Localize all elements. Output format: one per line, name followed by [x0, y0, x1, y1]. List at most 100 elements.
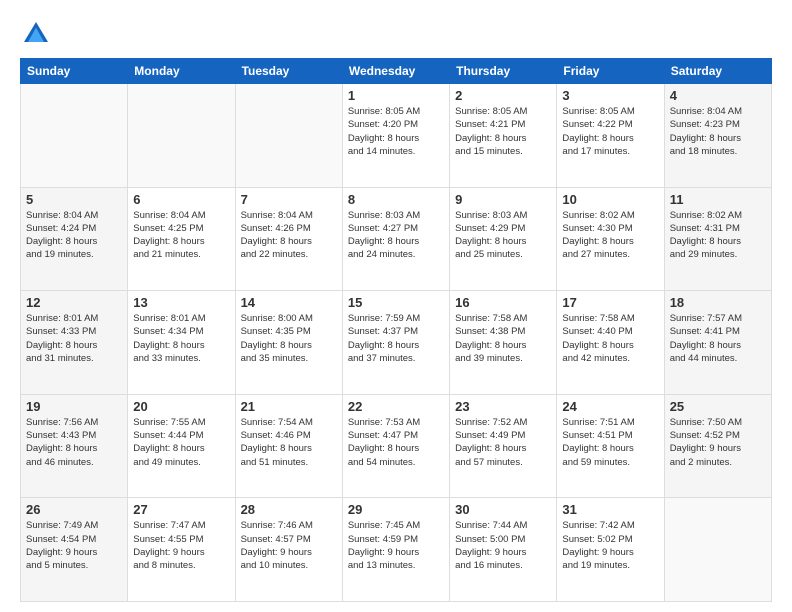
- day-number: 30: [455, 502, 551, 517]
- day-info: Sunrise: 8:03 AM Sunset: 4:29 PM Dayligh…: [455, 209, 551, 262]
- calendar-cell: 25Sunrise: 7:50 AM Sunset: 4:52 PM Dayli…: [664, 394, 771, 498]
- day-info: Sunrise: 8:01 AM Sunset: 4:34 PM Dayligh…: [133, 312, 229, 365]
- day-number: 9: [455, 192, 551, 207]
- calendar-cell: 23 Sunrise: 7:52 AM Sunset: 4:49 PM Dayli…: [450, 394, 557, 498]
- day-info: Sunrise: 7:47 AM Sunset: 4:55 PM Dayligh…: [133, 519, 229, 572]
- day-info: Sunrise: 8:05 AM Sunset: 4:21 PM Dayligh…: [455, 105, 551, 158]
- day-number: 20: [133, 399, 229, 414]
- day-info: Sunrise: 7:55 AM Sunset: 4:44 PM Dayligh…: [133, 416, 229, 469]
- calendar-cell: 6 Sunrise: 8:04 AM Sunset: 4:25 PM Daylig…: [128, 187, 235, 291]
- day-number: 4: [670, 88, 766, 103]
- calendar-cell: 9 Sunrise: 8:03 AM Sunset: 4:29 PM Daylig…: [450, 187, 557, 291]
- day-number: 8: [348, 192, 444, 207]
- day-info: Sunrise: 7:51 AM Sunset: 4:51 PM Dayligh…: [562, 416, 658, 469]
- calendar-header-row: SundayMondayTuesdayWednesdayThursdayFrid…: [21, 59, 772, 84]
- day-number: 23: [455, 399, 551, 414]
- day-info: Sunrise: 7:54 AM Sunset: 4:46 PM Dayligh…: [241, 416, 337, 469]
- day-info: Sunrise: 8:04 AM Sunset: 4:26 PM Dayligh…: [241, 209, 337, 262]
- calendar-cell: 20 Sunrise: 7:55 AM Sunset: 4:44 PM Dayli…: [128, 394, 235, 498]
- calendar-cell: 5 Sunrise: 8:04 AM Sunset: 4:24 PM Daylig…: [21, 187, 128, 291]
- day-number: 11: [670, 192, 766, 207]
- calendar-cell: 28 Sunrise: 7:46 AM Sunset: 4:57 PM Dayli…: [235, 498, 342, 602]
- day-info: Sunrise: 8:05 AM Sunset: 4:20 PM Dayligh…: [348, 105, 444, 158]
- calendar-cell: 3 Sunrise: 8:05 AM Sunset: 4:22 PM Daylig…: [557, 84, 664, 188]
- calendar-cell: [128, 84, 235, 188]
- calendar-cell: 17Sunrise: 7:58 AM Sunset: 4:40 PM Dayli…: [557, 291, 664, 395]
- calendar-cell: 16 Sunrise: 7:58 AM Sunset: 4:38 PM Dayli…: [450, 291, 557, 395]
- day-number: 7: [241, 192, 337, 207]
- day-number: 19: [26, 399, 122, 414]
- day-number: 31: [562, 502, 658, 517]
- calendar-cell: 14 Sunrise: 8:00 AM Sunset: 4:35 PM Dayli…: [235, 291, 342, 395]
- calendar-cell: 8 Sunrise: 8:03 AM Sunset: 4:27 PM Daylig…: [342, 187, 449, 291]
- day-info: Sunrise: 8:04 AM Sunset: 4:23 PM Dayligh…: [670, 105, 766, 158]
- day-number: 6: [133, 192, 229, 207]
- header: [20, 18, 772, 50]
- day-info: Sunrise: 8:02 AM Sunset: 4:30 PM Dayligh…: [562, 209, 658, 262]
- day-number: 3: [562, 88, 658, 103]
- day-number: 25: [670, 399, 766, 414]
- calendar-cell: 11 Sunrise: 8:02 AM Sunset: 4:31 PM Dayli…: [664, 187, 771, 291]
- calendar-cell: 22 Sunrise: 7:53 AM Sunset: 4:47 PM Dayli…: [342, 394, 449, 498]
- day-number: 12: [26, 295, 122, 310]
- calendar-cell: 30 Sunrise: 7:44 AM Sunset: 5:00 PM Dayli…: [450, 498, 557, 602]
- calendar-cell: 31 Sunrise: 7:42 AM Sunset: 5:02 PM Dayli…: [557, 498, 664, 602]
- day-info: Sunrise: 8:04 AM Sunset: 4:24 PM Dayligh…: [26, 209, 122, 262]
- day-number: 1: [348, 88, 444, 103]
- calendar-cell: 12 Sunrise: 8:01 AM Sunset: 4:33 PM Dayli…: [21, 291, 128, 395]
- day-number: 14: [241, 295, 337, 310]
- day-number: 10: [562, 192, 658, 207]
- day-number: 13: [133, 295, 229, 310]
- calendar-cell: 7 Sunrise: 8:04 AM Sunset: 4:26 PM Daylig…: [235, 187, 342, 291]
- day-info: Sunrise: 7:42 AM Sunset: 5:02 PM Dayligh…: [562, 519, 658, 572]
- calendar-week-2: 5 Sunrise: 8:04 AM Sunset: 4:24 PM Daylig…: [21, 187, 772, 291]
- day-info: Sunrise: 7:52 AM Sunset: 4:49 PM Dayligh…: [455, 416, 551, 469]
- page: SundayMondayTuesdayWednesdayThursdayFrid…: [0, 0, 792, 612]
- logo-icon: [20, 18, 52, 50]
- calendar-header-tuesday: Tuesday: [235, 59, 342, 84]
- day-info: Sunrise: 7:44 AM Sunset: 5:00 PM Dayligh…: [455, 519, 551, 572]
- day-number: 29: [348, 502, 444, 517]
- calendar-header-wednesday: Wednesday: [342, 59, 449, 84]
- day-number: 21: [241, 399, 337, 414]
- day-info: Sunrise: 7:57 AM Sunset: 4:41 PM Dayligh…: [670, 312, 766, 365]
- day-info: Sunrise: 7:59 AM Sunset: 4:37 PM Dayligh…: [348, 312, 444, 365]
- calendar-cell: 15Sunrise: 7:59 AM Sunset: 4:37 PM Dayli…: [342, 291, 449, 395]
- day-info: Sunrise: 8:00 AM Sunset: 4:35 PM Dayligh…: [241, 312, 337, 365]
- day-number: 28: [241, 502, 337, 517]
- calendar-header-saturday: Saturday: [664, 59, 771, 84]
- calendar-week-3: 12 Sunrise: 8:01 AM Sunset: 4:33 PM Dayli…: [21, 291, 772, 395]
- calendar-table: SundayMondayTuesdayWednesdayThursdayFrid…: [20, 58, 772, 602]
- day-info: Sunrise: 7:58 AM Sunset: 4:40 PM Dayligh…: [562, 312, 658, 365]
- calendar-week-5: 26 Sunrise: 7:49 AM Sunset: 4:54 PM Dayli…: [21, 498, 772, 602]
- logo: [20, 18, 56, 50]
- day-info: Sunrise: 8:05 AM Sunset: 4:22 PM Dayligh…: [562, 105, 658, 158]
- day-info: Sunrise: 8:03 AM Sunset: 4:27 PM Dayligh…: [348, 209, 444, 262]
- day-info: Sunrise: 8:01 AM Sunset: 4:33 PM Dayligh…: [26, 312, 122, 365]
- day-info: Sunrise: 7:45 AM Sunset: 4:59 PM Dayligh…: [348, 519, 444, 572]
- day-number: 5: [26, 192, 122, 207]
- day-info: Sunrise: 8:02 AM Sunset: 4:31 PM Dayligh…: [670, 209, 766, 262]
- day-info: Sunrise: 8:04 AM Sunset: 4:25 PM Dayligh…: [133, 209, 229, 262]
- calendar-header-thursday: Thursday: [450, 59, 557, 84]
- calendar-cell: 19Sunrise: 7:56 AM Sunset: 4:43 PM Dayli…: [21, 394, 128, 498]
- calendar-cell: 1 Sunrise: 8:05 AM Sunset: 4:20 PM Daylig…: [342, 84, 449, 188]
- calendar-week-4: 19Sunrise: 7:56 AM Sunset: 4:43 PM Dayli…: [21, 394, 772, 498]
- day-info: Sunrise: 7:53 AM Sunset: 4:47 PM Dayligh…: [348, 416, 444, 469]
- day-number: 22: [348, 399, 444, 414]
- day-number: 26: [26, 502, 122, 517]
- calendar-cell: [664, 498, 771, 602]
- day-info: Sunrise: 7:58 AM Sunset: 4:38 PM Dayligh…: [455, 312, 551, 365]
- calendar-cell: 21 Sunrise: 7:54 AM Sunset: 4:46 PM Dayli…: [235, 394, 342, 498]
- calendar-cell: 27 Sunrise: 7:47 AM Sunset: 4:55 PM Dayli…: [128, 498, 235, 602]
- calendar-header-sunday: Sunday: [21, 59, 128, 84]
- calendar-cell: 18Sunrise: 7:57 AM Sunset: 4:41 PM Dayli…: [664, 291, 771, 395]
- day-info: Sunrise: 7:46 AM Sunset: 4:57 PM Dayligh…: [241, 519, 337, 572]
- calendar-week-1: 1 Sunrise: 8:05 AM Sunset: 4:20 PM Daylig…: [21, 84, 772, 188]
- calendar-header-friday: Friday: [557, 59, 664, 84]
- day-number: 16: [455, 295, 551, 310]
- calendar-cell: 13 Sunrise: 8:01 AM Sunset: 4:34 PM Dayli…: [128, 291, 235, 395]
- day-number: 27: [133, 502, 229, 517]
- calendar-cell: 4 Sunrise: 8:04 AM Sunset: 4:23 PM Daylig…: [664, 84, 771, 188]
- day-info: Sunrise: 7:49 AM Sunset: 4:54 PM Dayligh…: [26, 519, 122, 572]
